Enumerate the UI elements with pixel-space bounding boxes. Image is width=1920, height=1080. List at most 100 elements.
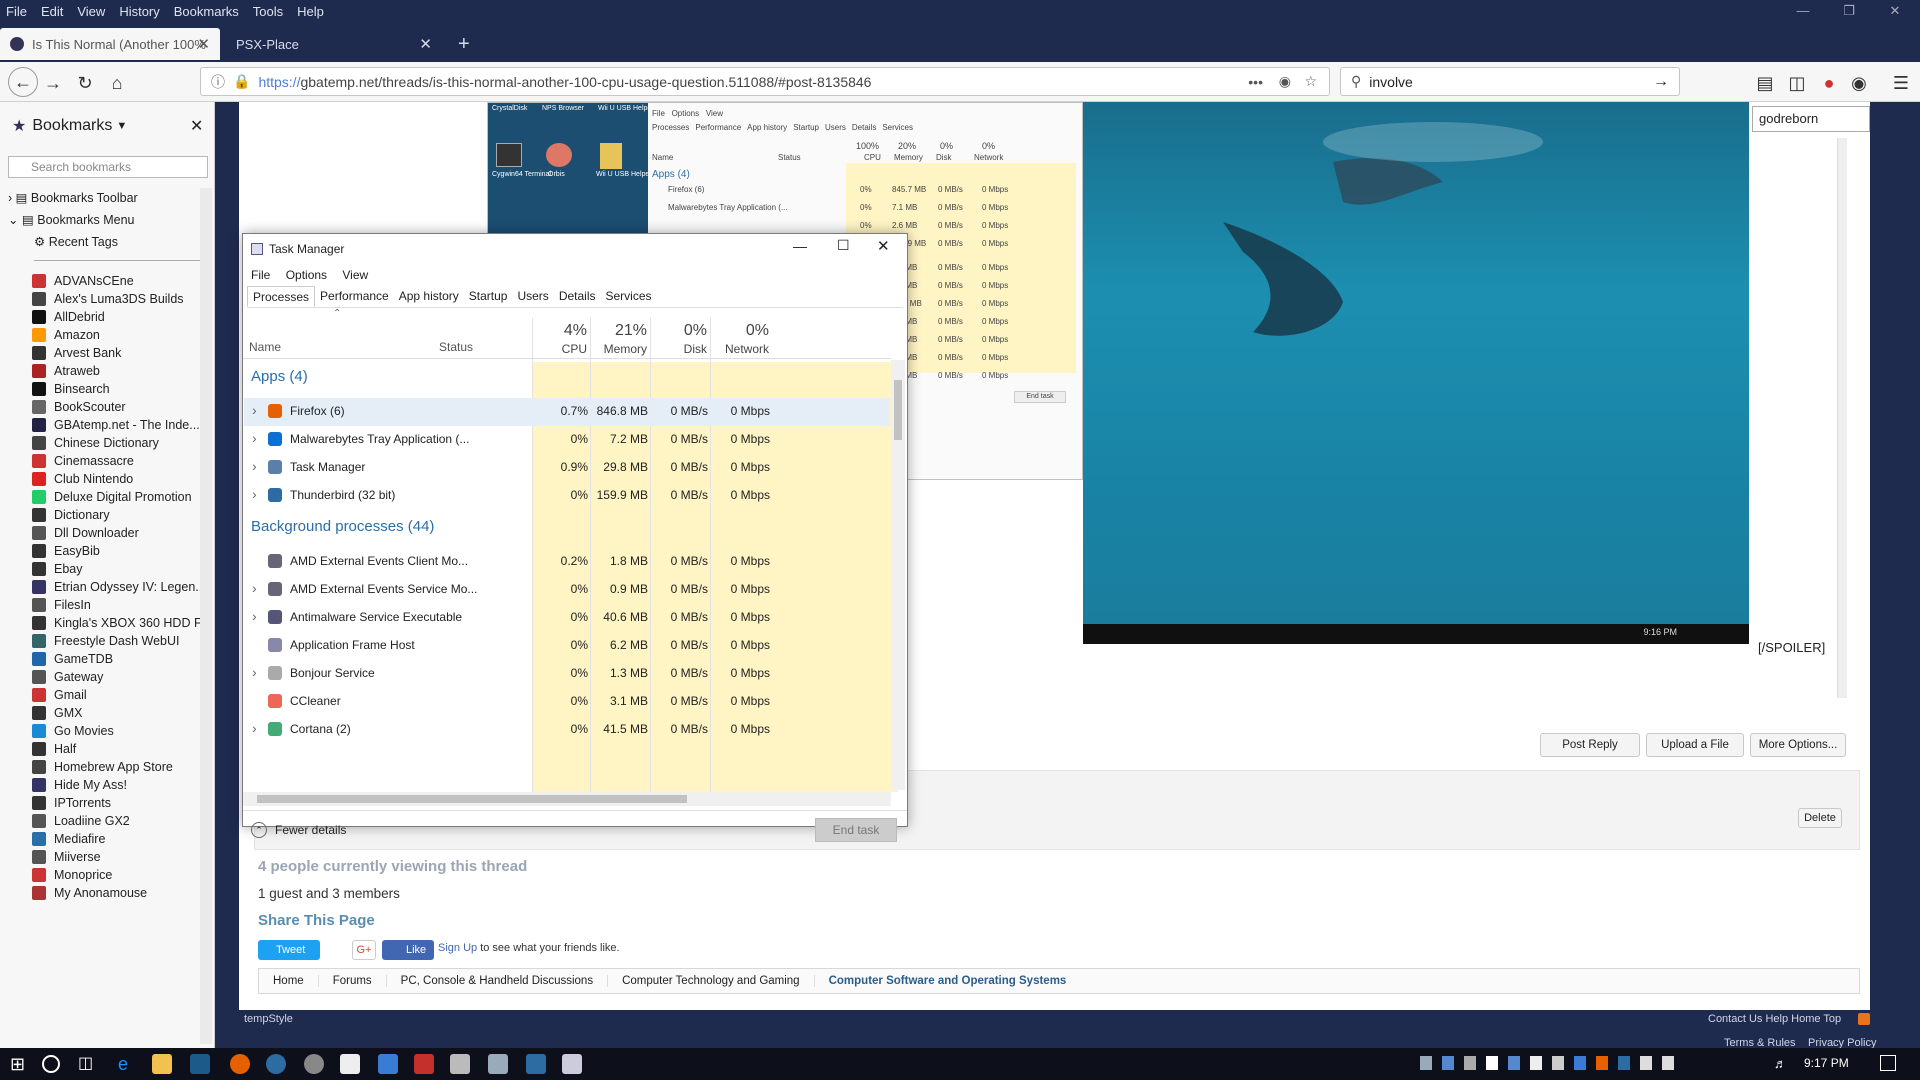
sidebar-header[interactable]: ★ Bookmarks ▼ bbox=[12, 116, 127, 136]
tm-menu-file[interactable]: File bbox=[251, 268, 270, 282]
tray-icon[interactable] bbox=[1486, 1056, 1498, 1070]
start-icon[interactable]: ⊞ bbox=[10, 1054, 30, 1074]
col-cpu-header[interactable]: CPU bbox=[533, 342, 587, 356]
reload-button[interactable]: ↻ bbox=[72, 70, 98, 96]
menu-tools[interactable]: Tools bbox=[253, 4, 283, 19]
tray-icon[interactable] bbox=[1464, 1056, 1476, 1070]
tab-processes[interactable]: Processes bbox=[247, 286, 316, 307]
process-row[interactable]: › Antimalware Service Executable 0% 40.6 MB… bbox=[244, 604, 890, 632]
menu-help[interactable]: Help bbox=[297, 4, 324, 19]
expand-chevron-icon[interactable]: › bbox=[252, 608, 257, 624]
style-chooser[interactable]: tempStyle bbox=[244, 1013, 293, 1025]
process-row[interactable]: › Task Manager 0.9% 29.8 MB 0 MB/s 0 Mbps bbox=[244, 454, 890, 482]
close-sidebar-icon[interactable]: ✕ bbox=[190, 116, 203, 136]
post-scrollbar[interactable] bbox=[1837, 138, 1847, 698]
firefox-icon[interactable] bbox=[230, 1054, 250, 1074]
home-button[interactable]: ⌂ bbox=[104, 70, 130, 96]
col-name-header[interactable]: Name bbox=[249, 340, 281, 354]
tm-close-button[interactable]: ✕ bbox=[877, 237, 890, 255]
process-row[interactable]: › Malwarebytes Tray Application (... 0% 7.2… bbox=[244, 426, 890, 454]
tray-icon[interactable] bbox=[1662, 1056, 1674, 1070]
page-actions-icon[interactable]: ••• bbox=[1248, 74, 1263, 90]
col-status-header[interactable]: Status bbox=[439, 340, 473, 354]
app-icon[interactable] bbox=[190, 1054, 210, 1074]
expand-chevron-icon[interactable]: › bbox=[252, 430, 257, 446]
more-options-button[interactable]: More Options... bbox=[1750, 733, 1846, 757]
tray-icon[interactable] bbox=[1596, 1056, 1608, 1070]
crumb-computer-tech[interactable]: Computer Technology and Gaming bbox=[607, 975, 814, 987]
explorer-window-icon[interactable] bbox=[450, 1054, 470, 1074]
folder-recent-tags[interactable]: ⚙ Recent Tags bbox=[34, 234, 118, 249]
restore-button[interactable]: ❐ bbox=[1826, 0, 1872, 22]
scroll-thumb[interactable] bbox=[257, 795, 687, 803]
tray-icon[interactable] bbox=[1618, 1056, 1630, 1070]
tab-performance[interactable]: Performance bbox=[315, 286, 394, 307]
post-reply-button[interactable]: Post Reply bbox=[1540, 733, 1640, 757]
delete-button[interactable]: Delete bbox=[1798, 808, 1842, 828]
sidebar-scrollbar[interactable] bbox=[200, 188, 212, 1044]
crumb-pc-console[interactable]: PC, Console & Handheld Discussions bbox=[385, 975, 607, 987]
tray-icon[interactable] bbox=[1574, 1056, 1586, 1070]
action-center-icon[interactable] bbox=[1880, 1055, 1896, 1071]
forward-button[interactable]: → bbox=[40, 70, 66, 96]
tab-users[interactable]: Users bbox=[512, 286, 553, 307]
tm-horizontal-scrollbar[interactable] bbox=[243, 792, 891, 806]
filezilla-icon[interactable] bbox=[414, 1054, 434, 1074]
tm-minimize-button[interactable]: — bbox=[793, 238, 807, 254]
sidebar-toggle-icon[interactable]: ◫ bbox=[1784, 70, 1810, 96]
monitor-icon[interactable] bbox=[526, 1054, 546, 1074]
menu-view[interactable]: View bbox=[77, 4, 105, 19]
tab-psx-place[interactable]: PSX-Place ✕ bbox=[222, 28, 442, 60]
col-memory-header[interactable]: Memory bbox=[591, 342, 647, 356]
user-nav-badge[interactable]: godreborn bbox=[1752, 106, 1870, 132]
scroll-thumb[interactable] bbox=[894, 380, 902, 440]
crumb-forums[interactable]: Forums bbox=[317, 975, 386, 987]
info-icon[interactable]: ⓘ bbox=[211, 72, 225, 92]
tray-icon[interactable] bbox=[1508, 1056, 1520, 1070]
task-view-icon[interactable]: ◫ bbox=[78, 1054, 98, 1074]
col-network-header[interactable]: Network bbox=[711, 342, 769, 356]
expand-chevron-icon[interactable]: › bbox=[252, 486, 257, 502]
volume-icon[interactable]: ♬ bbox=[1774, 1056, 1787, 1071]
menu-bookmarks[interactable]: Bookmarks bbox=[174, 4, 239, 19]
tray-icon[interactable] bbox=[1530, 1056, 1542, 1070]
expand-chevron-icon[interactable]: › bbox=[252, 402, 257, 418]
crumb-software-os[interactable]: Computer Software and Operating Systems bbox=[813, 975, 1081, 987]
close-window-button[interactable]: ✕ bbox=[1872, 0, 1918, 22]
upload-file-button[interactable]: Upload a File bbox=[1646, 733, 1744, 757]
process-row[interactable]: › Bonjour Service 0% 1.3 MB 0 MB/s 0 Mbps bbox=[244, 660, 890, 688]
cortana-icon[interactable] bbox=[42, 1055, 60, 1073]
library-icon[interactable]: ▤ bbox=[1752, 70, 1778, 96]
tm-maximize-button[interactable]: ☐ bbox=[837, 237, 850, 254]
close-tab-icon[interactable]: ✕ bbox=[419, 35, 432, 53]
edge-icon[interactable]: e bbox=[118, 1054, 138, 1074]
tab-details[interactable]: Details bbox=[554, 286, 601, 307]
rss-icon[interactable] bbox=[1858, 1013, 1870, 1025]
url-bar[interactable]: ⓘ 🔒 https:// gbatemp.net/threads/is-this… bbox=[200, 67, 1330, 96]
tm-menu-options[interactable]: Options bbox=[286, 268, 327, 282]
expand-chevron-icon[interactable]: › bbox=[252, 720, 257, 736]
hamburger-menu-icon[interactable]: ☰ bbox=[1888, 70, 1914, 96]
process-row[interactable]: Application Frame Host 0% 6.2 MB 0 MB/s 0 Mb… bbox=[244, 632, 890, 660]
signup-link[interactable]: Sign Up bbox=[438, 942, 477, 954]
tab-startup[interactable]: Startup bbox=[464, 286, 513, 307]
fewer-details-toggle[interactable]: ⌃ Fewer details bbox=[251, 822, 346, 838]
tab-gbatemp[interactable]: Is This Normal (Another 100% ✕ bbox=[0, 28, 220, 60]
bookmark-item[interactable]: My Anonamouse bbox=[32, 882, 202, 904]
bookmark-search-input[interactable]: Search bookmarks bbox=[8, 156, 208, 178]
thunderbird-icon[interactable] bbox=[266, 1054, 286, 1074]
search-go-icon[interactable]: → bbox=[1653, 73, 1669, 91]
window-app-icon[interactable] bbox=[378, 1054, 398, 1074]
addon-icon[interactable]: ● bbox=[1816, 70, 1842, 96]
folder-bookmarks-menu[interactable]: ⌄ ▤ Bookmarks Menu bbox=[8, 212, 135, 227]
process-row[interactable]: CCleaner 0% 3.1 MB 0 MB/s 0 Mbps bbox=[244, 688, 890, 716]
menu-edit[interactable]: Edit bbox=[41, 4, 63, 19]
process-row[interactable]: › AMD External Events Service Mo... 0% 0.9 … bbox=[244, 576, 890, 604]
bookmark-star-icon[interactable]: ☆ bbox=[1304, 73, 1317, 90]
tab-app-history[interactable]: App history bbox=[394, 286, 464, 307]
tweet-button[interactable]: Tweet bbox=[258, 940, 320, 960]
tab-services[interactable]: Services bbox=[601, 286, 657, 307]
tray-icon[interactable] bbox=[1442, 1056, 1454, 1070]
menu-file[interactable]: File bbox=[6, 4, 27, 19]
tray-icon[interactable] bbox=[1640, 1056, 1652, 1070]
